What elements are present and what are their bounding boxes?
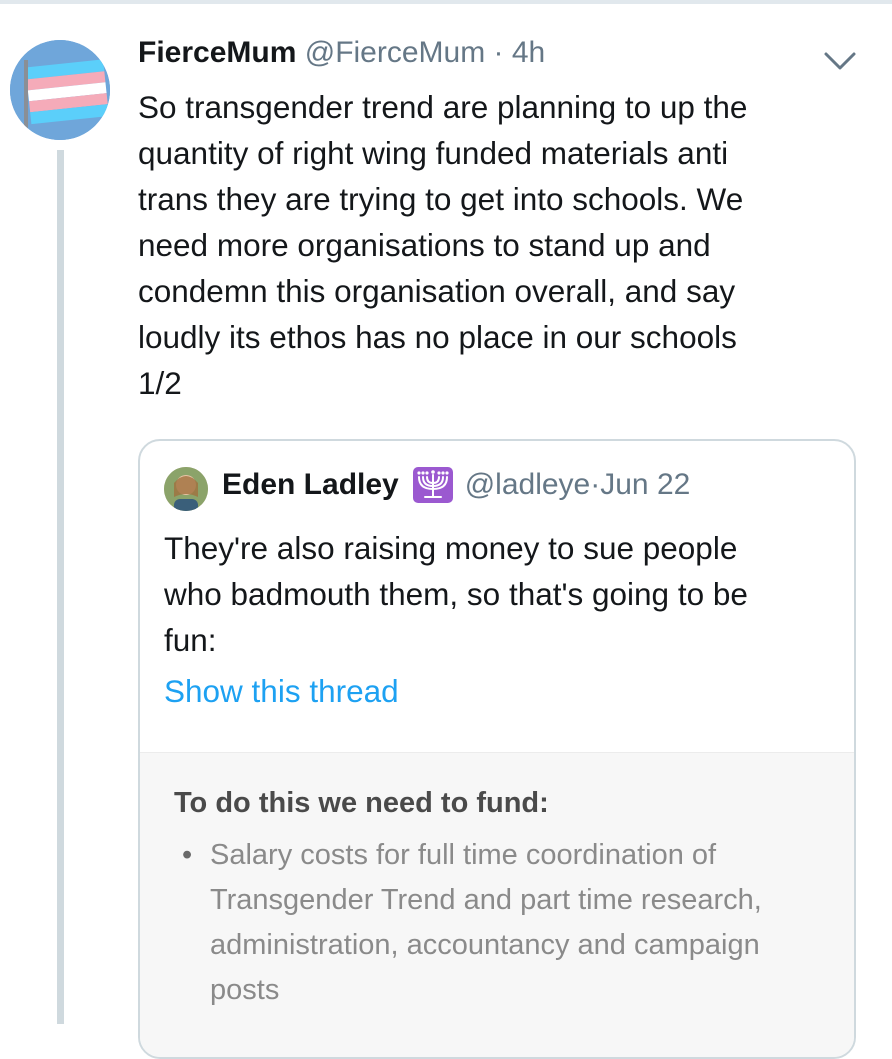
quoted-tweet-header: Eden Ladley @ladleye · Jun 22 xyxy=(222,467,690,503)
person-avatar-icon xyxy=(164,467,208,511)
display-name[interactable]: FierceMum xyxy=(138,36,296,69)
menorah-icon xyxy=(412,467,453,503)
trans-flag-avatar-icon xyxy=(10,40,110,140)
bullet-icon: • xyxy=(182,839,193,871)
avatar[interactable] xyxy=(10,40,110,140)
tweet-text: So transgender trend are planning to up … xyxy=(138,89,748,401)
top-divider xyxy=(0,0,892,4)
handle[interactable]: @FierceMum xyxy=(305,36,485,69)
tweet-menu-button[interactable] xyxy=(820,46,860,76)
chevron-down-icon xyxy=(824,52,856,70)
image-heading: To do this we need to fund: xyxy=(174,787,549,819)
quoted-tweet-text: They're also raising money to sue people… xyxy=(164,530,748,658)
separator: · xyxy=(493,36,512,69)
quoted-avatar[interactable] xyxy=(164,467,208,511)
show-thread-link[interactable]: Show this thread xyxy=(164,673,399,710)
image-bullet-item: • Salary costs for full time coordinatio… xyxy=(182,833,826,1013)
tweet-header: FierceMum @FierceMum · 4h xyxy=(138,36,545,70)
quoted-tweet-card[interactable]: Eden Ladley @ladleye · Jun 22 They're al… xyxy=(138,439,856,1059)
timestamp[interactable]: 4h xyxy=(512,36,545,69)
image-bullet-text: Salary costs for full time coordination … xyxy=(210,839,762,1006)
quoted-image[interactable]: To do this we need to fund: • Salary cos… xyxy=(140,752,854,1057)
quoted-handle[interactable]: @ladleye xyxy=(465,468,591,502)
quoted-timestamp[interactable]: Jun 22 xyxy=(600,468,690,502)
thread-connector-line xyxy=(57,150,64,1024)
quoted-separator: · xyxy=(590,468,601,501)
quoted-display-name[interactable]: Eden Ladley xyxy=(222,468,399,502)
